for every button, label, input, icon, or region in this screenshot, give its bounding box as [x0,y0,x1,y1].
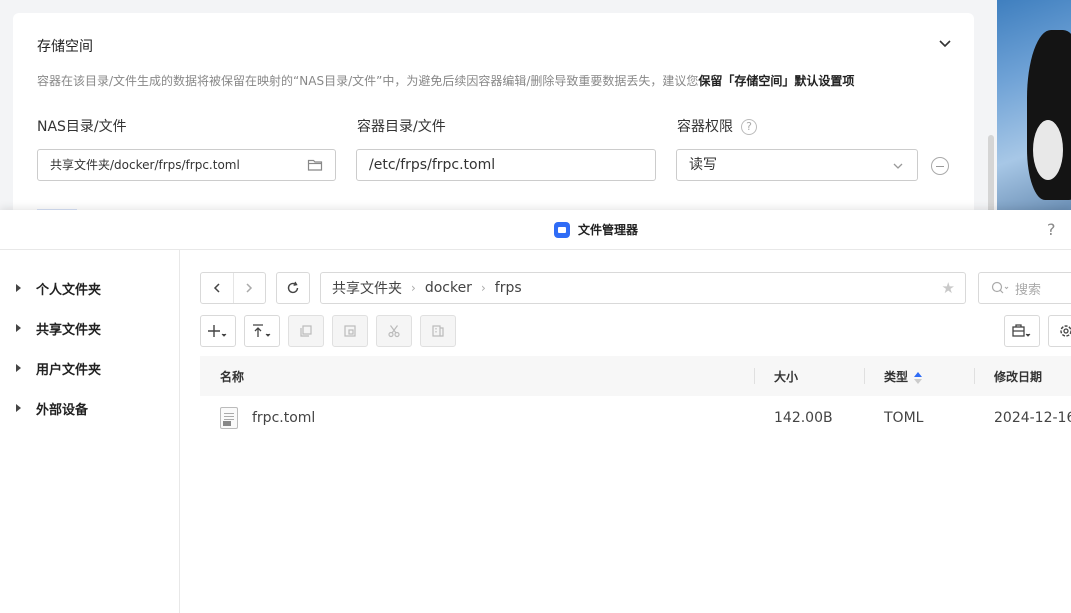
container-path-label: 容器目录/文件 [357,119,446,135]
file-name: frpc.toml [252,410,316,426]
section-description: 容器在该目录/文件生成的数据将被保留在映射的“NAS目录/文件”中，为避免后续因… [37,72,854,89]
window-title: 文件管理器 [554,221,638,238]
archive-icon [432,325,444,337]
search-input[interactable]: 搜索 [978,272,1071,304]
briefcase-icon [1012,324,1031,337]
nas-path-label: NAS目录/文件 [37,119,127,135]
column-type[interactable]: 类型 [884,368,923,385]
penguin-belly [1033,120,1063,180]
column-size[interactable]: 大小 [774,368,798,385]
permission-label-wrap: 容器权限? [677,116,757,136]
cut-button[interactable] [376,315,412,347]
nas-path-value: 共享文件夹/docker/frps/frpc.toml [50,158,240,172]
container-path-field[interactable]: /etc/frps/frpc.toml [356,149,656,181]
file-icon [220,407,238,429]
file-size: 142.00B [774,410,833,426]
breadcrumb-separator: › [480,281,486,295]
sidebar: 个人文件夹 共享文件夹 用户文件夹 外部设备 [0,250,180,613]
window-titlebar[interactable]: 文件管理器 ? [0,210,1071,250]
sidebar-item-label: 共享文件夹 [36,322,102,338]
column-modified[interactable]: 修改日期 [994,368,1042,385]
file-manager-window: 文件管理器 ? 个人文件夹 共享文件夹 用户文件夹 外部设备 共享文件夹 › d… [0,210,1071,613]
upload-icon [253,324,271,337]
sidebar-item-users[interactable]: 用户文件夹 [16,358,101,378]
caret-right-icon [16,364,21,372]
permission-value: 读写 [689,157,717,173]
breadcrumb-item[interactable]: docker [425,280,472,296]
column-divider[interactable] [974,368,975,384]
search-icon [991,281,1009,294]
section-title: 存储空间 [37,39,93,55]
permission-select[interactable]: 读写 [676,149,918,181]
column-type-label: 类型 [884,370,909,384]
sidebar-item-shared[interactable]: 共享文件夹 [16,318,101,338]
sidebar-item-personal[interactable]: 个人文件夹 [16,278,101,298]
search-placeholder: 搜索 [1015,282,1042,298]
settings-button[interactable] [1048,315,1071,347]
upload-button[interactable] [244,315,280,347]
column-divider[interactable] [864,368,865,384]
breadcrumb-item[interactable]: frps [495,280,522,296]
forward-button[interactable] [232,273,266,303]
plus-icon [208,325,227,337]
chevron-right-icon [246,283,253,293]
copy-button[interactable] [288,315,324,347]
scrollbar[interactable] [988,135,994,213]
nas-path-field[interactable]: 共享文件夹/docker/frps/frpc.toml [37,149,336,181]
gear-icon [1060,325,1071,337]
remove-mapping-button[interactable] [931,157,949,175]
scissors-icon [388,325,400,338]
description-emphasis: 保留「存储空间」默认设置项 [698,74,855,88]
caret-right-icon [16,324,21,332]
refresh-button[interactable] [276,272,310,304]
table-row[interactable]: frpc.toml 142.00B TOML 2024-12-16 [200,397,1071,439]
file-type: TOML [884,410,924,426]
chevron-down-icon[interactable] [936,35,954,53]
new-button[interactable] [200,315,236,347]
folder-icon[interactable] [307,157,323,173]
refresh-icon [287,281,299,294]
file-manager-icon [554,221,570,238]
chevron-left-icon [213,283,220,293]
file-modified: 2024-12-16 [994,410,1071,426]
view-mode-button[interactable] [1004,315,1040,347]
sidebar-item-external[interactable]: 外部设备 [16,398,88,418]
sidebar-item-label: 个人文件夹 [36,282,102,298]
copy-icon [300,325,312,337]
column-divider[interactable] [754,368,755,384]
sidebar-item-label: 用户文件夹 [36,362,102,378]
window-title-text: 文件管理器 [578,223,639,237]
breadcrumb: 共享文件夹 › docker › frps ★ [320,272,966,304]
caret-right-icon [16,404,21,412]
wallpaper-image [997,0,1071,210]
description-text: 容器在该目录/文件生成的数据将被保留在映射的“NAS目录/文件”中，为避免后续因… [37,74,699,88]
storage-card: 存储空间 容器在该目录/文件生成的数据将被保留在映射的“NAS目录/文件”中，为… [13,13,974,243]
paste-icon [344,325,356,337]
help-button[interactable]: ? [1047,220,1056,239]
back-button[interactable] [201,273,233,303]
breadcrumb-separator: › [411,281,416,295]
help-icon[interactable]: ? [741,119,757,135]
star-icon[interactable]: ★ [942,279,955,297]
paste-button[interactable] [332,315,368,347]
table-header: 名称 大小 类型 修改日期 [200,356,1071,396]
sidebar-item-label: 外部设备 [36,402,89,418]
caret-right-icon [16,284,21,292]
container-path-value: /etc/frps/frpc.toml [369,157,496,173]
chevron-down-icon [893,163,903,169]
compress-button[interactable] [420,315,456,347]
history-nav [200,272,266,304]
breadcrumb-item[interactable]: 共享文件夹 [332,278,402,298]
permission-label: 容器权限 [677,119,733,135]
sort-ascending-icon [914,371,923,384]
column-name[interactable]: 名称 [220,368,244,385]
